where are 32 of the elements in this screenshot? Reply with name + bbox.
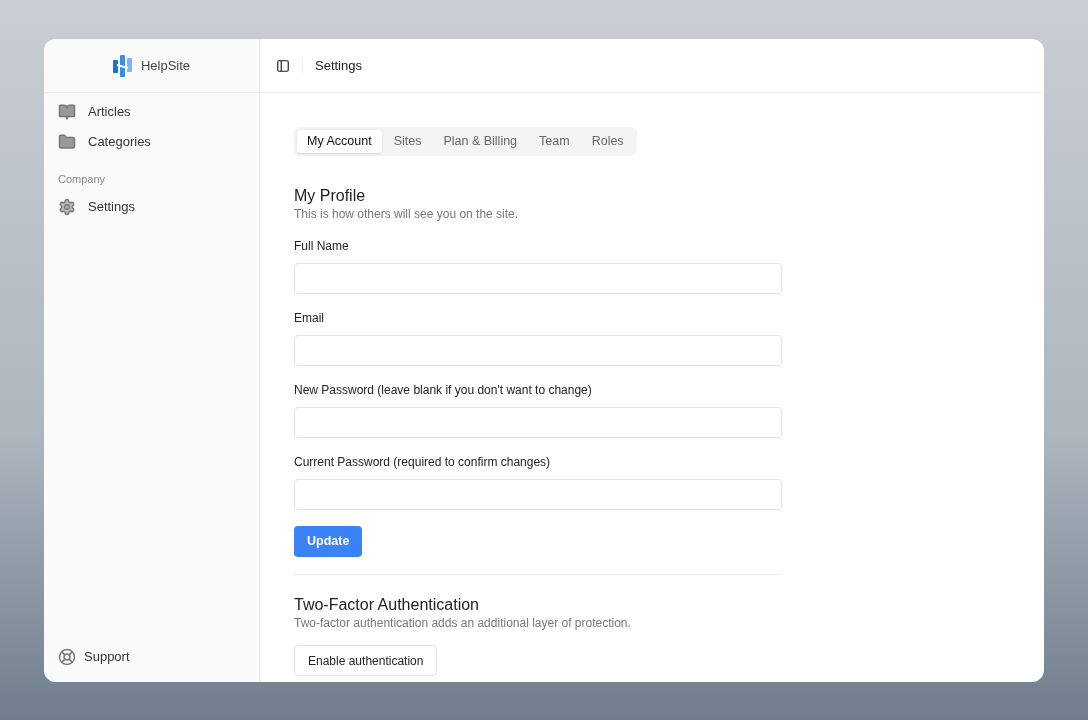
sidebar-item[interactable]: Settings [44, 191, 259, 222]
section-title: Two-Factor Authentication [294, 595, 480, 615]
input-field[interactable] [294, 335, 782, 366]
lifebuoy-icon [58, 648, 76, 666]
brand-name: HelpSite [140, 56, 191, 75]
update-button[interactable]: Update [294, 526, 363, 557]
section-label: Company [57, 172, 107, 187]
field-label: Email [294, 310, 325, 326]
sidebar-toggle-icon[interactable] [276, 58, 290, 73]
sidebar-item[interactable]: Articles [44, 97, 259, 127]
folder-icon [58, 133, 76, 151]
input-field[interactable] [294, 263, 782, 294]
section-subtitle: Two-factor authentication adds an additional layer of protection. [294, 615, 632, 631]
section-title: My Profile [294, 186, 367, 206]
field-label: Current Password (required to confirm changes) [294, 454, 552, 470]
tab[interactable]: Team [529, 130, 580, 153]
support-link[interactable]: Support [44, 642, 144, 672]
enable-authentication-button[interactable]: Enable authentication [294, 645, 438, 676]
page-title: Settings [315, 56, 362, 75]
sidebar-item[interactable]: Categories [44, 127, 259, 157]
tab[interactable]: My Account [297, 130, 382, 153]
input-field[interactable] [294, 407, 782, 438]
logo-icon [112, 54, 133, 77]
tab[interactable]: Roles [581, 130, 634, 153]
book-icon [58, 103, 76, 121]
section-subtitle: This is how others will see you on the site. [294, 206, 520, 222]
tab[interactable]: Plan & Billing [433, 130, 528, 153]
input-field[interactable] [294, 479, 782, 510]
tab[interactable]: Sites [383, 130, 432, 153]
field-label: Full Name [294, 238, 350, 254]
gear-icon [58, 197, 76, 216]
field-label: New Password (leave blank if you don't want to change) [294, 382, 593, 398]
